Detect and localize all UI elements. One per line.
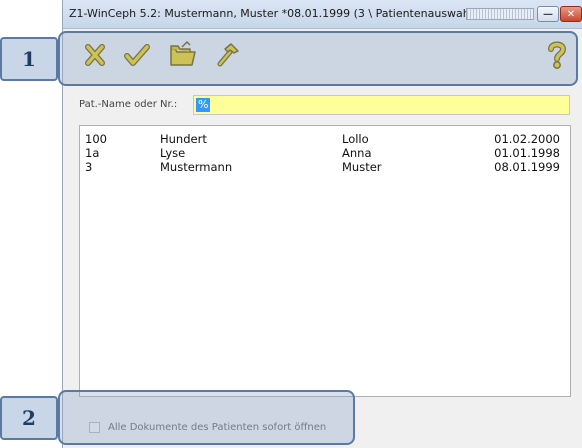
list-item[interactable]: 3 Mustermann Muster 08.01.1999	[80, 160, 570, 174]
callout-badge-1: 1	[0, 37, 58, 81]
patient-list[interactable]: 100 Hundert Lollo 01.02.2000 1a Lyse Ann…	[79, 125, 571, 397]
callout-frame-1	[58, 31, 578, 86]
callout-frame-2	[58, 390, 355, 445]
patient-first-name: Lollo	[342, 132, 369, 146]
patient-number: 100	[85, 132, 107, 146]
close-button[interactable]: ✕	[560, 6, 582, 22]
list-item[interactable]: 100 Hundert Lollo 01.02.2000	[80, 132, 570, 146]
patient-last-name: Lyse	[160, 146, 186, 160]
search-row: Pat.-Name oder Nr.: %	[63, 88, 582, 120]
callout-badge-2: 2	[0, 396, 58, 440]
patient-search-input[interactable]	[193, 95, 570, 115]
patient-first-name: Anna	[342, 146, 372, 160]
patient-number: 3	[85, 160, 93, 174]
patient-last-name: Mustermann	[160, 160, 233, 174]
window-title: Z1-WinCeph 5.2: Mustermann, Muster *08.0…	[69, 7, 467, 20]
patient-last-name: Hundert	[160, 132, 207, 146]
minimize-button[interactable]: —	[537, 6, 559, 22]
patient-birth-date: 01.02.2000	[494, 132, 560, 146]
search-label: Pat.-Name oder Nr.:	[79, 99, 178, 110]
title-bar[interactable]: Z1-WinCeph 5.2: Mustermann, Muster *08.0…	[63, 0, 582, 29]
patient-first-name: Muster	[342, 160, 382, 174]
title-grip[interactable]	[466, 8, 534, 20]
patient-birth-date: 01.01.1998	[494, 146, 560, 160]
patient-birth-date: 08.01.1999	[494, 160, 560, 174]
list-item[interactable]: 1a Lyse Anna 01.01.1998	[80, 146, 570, 160]
patient-number: 1a	[85, 146, 100, 160]
